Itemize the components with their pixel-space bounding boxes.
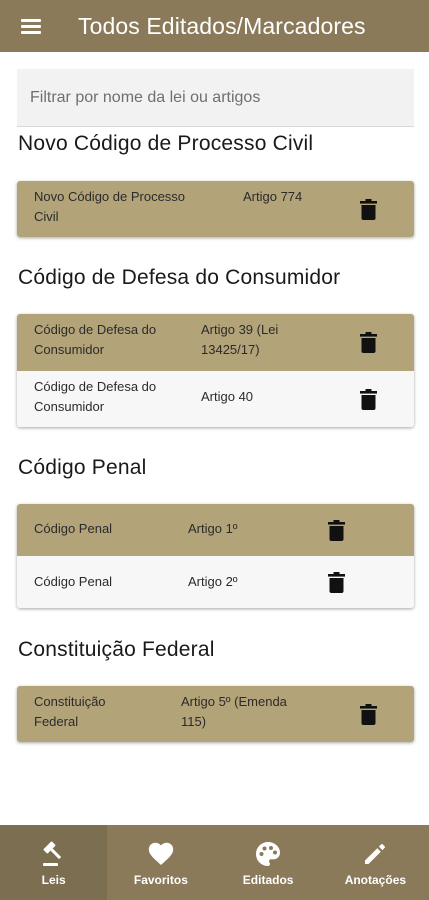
search-field[interactable] bbox=[17, 69, 414, 127]
law-name: Código Penal bbox=[34, 521, 113, 536]
law-name: Código Penal bbox=[34, 574, 113, 589]
article-label: Artigo 39 (Lei 13425/17) bbox=[201, 322, 279, 357]
trash-icon bbox=[327, 519, 345, 541]
article-label: Artigo 2º bbox=[188, 574, 238, 589]
nav-favoritos[interactable]: Favoritos bbox=[107, 825, 214, 900]
section-title: Novo Código de Processo Civil bbox=[18, 132, 314, 155]
list-item[interactable]: Novo Código de Processo Civil Artigo 774 bbox=[17, 181, 414, 237]
list-item[interactable]: Constituição Federal Artigo 5º (Emenda 1… bbox=[17, 686, 414, 742]
bottom-navigation: Leis Favoritos Editados Anotações bbox=[0, 825, 429, 900]
list-item[interactable]: Código Penal Artigo 2º bbox=[17, 556, 414, 608]
palette-icon bbox=[255, 840, 281, 868]
nav-label: Leis bbox=[41, 873, 66, 887]
nav-editados[interactable]: Editados bbox=[215, 825, 322, 900]
delete-button[interactable] bbox=[356, 328, 380, 356]
hamburger-icon bbox=[21, 19, 41, 34]
content-area: Novo Código de Processo Civil Novo Códig… bbox=[0, 52, 429, 825]
app-bar: Todos Editados/Marcadores bbox=[0, 0, 429, 52]
nav-label: Anotações bbox=[344, 873, 407, 887]
trash-icon bbox=[359, 198, 377, 220]
law-card: Novo Código de Processo Civil Artigo 774 bbox=[17, 181, 414, 237]
law-name: Novo Código de Processo Civil bbox=[34, 189, 186, 224]
section-title: Constituição Federal bbox=[18, 638, 215, 661]
delete-button[interactable] bbox=[356, 700, 380, 728]
law-card: Constituição Federal Artigo 5º (Emenda 1… bbox=[17, 686, 414, 742]
page-title: Todos Editados/Marcadores bbox=[78, 12, 366, 39]
list-item[interactable]: Código Penal Artigo 1º bbox=[17, 504, 414, 556]
nav-leis[interactable]: Leis bbox=[0, 825, 108, 900]
delete-button[interactable] bbox=[324, 516, 348, 544]
trash-icon bbox=[327, 571, 345, 593]
gavel-icon bbox=[40, 840, 68, 868]
section-title: Código Penal bbox=[18, 456, 147, 479]
article-label: Artigo 774 bbox=[243, 189, 303, 204]
article-label: Artigo 5º (Emenda 115) bbox=[181, 694, 287, 729]
list-item[interactable]: Código de Defesa do Consumidor Artigo 40 bbox=[17, 371, 414, 427]
law-name: Código de Defesa do Consumidor bbox=[34, 322, 157, 357]
trash-icon bbox=[359, 703, 377, 725]
law-name: Constituição Federal bbox=[34, 694, 106, 729]
article-label: Artigo 1º bbox=[188, 521, 238, 536]
menu-button[interactable] bbox=[0, 0, 62, 52]
heart-icon bbox=[148, 840, 174, 868]
delete-button[interactable] bbox=[324, 568, 348, 596]
pencil-icon bbox=[363, 840, 387, 868]
nav-label: Favoritos bbox=[133, 873, 188, 887]
law-card: Código de Defesa do Consumidor Artigo 39… bbox=[17, 314, 414, 427]
article-label: Artigo 40 bbox=[201, 389, 254, 404]
list-item[interactable]: Código de Defesa do Consumidor Artigo 39… bbox=[17, 314, 414, 371]
trash-icon bbox=[359, 331, 377, 353]
law-card: Código Penal Artigo 1º Código Penal Arti… bbox=[17, 504, 414, 608]
section-title: Código de Defesa do Consumidor bbox=[18, 266, 341, 289]
nav-anotacoes[interactable]: Anotações bbox=[322, 825, 429, 900]
law-name: Código de Defesa do Consumidor bbox=[34, 379, 157, 414]
delete-button[interactable] bbox=[356, 195, 380, 223]
nav-label: Editados bbox=[242, 873, 294, 887]
search-input[interactable] bbox=[30, 88, 414, 107]
delete-button[interactable] bbox=[356, 385, 380, 413]
trash-icon bbox=[359, 388, 377, 410]
